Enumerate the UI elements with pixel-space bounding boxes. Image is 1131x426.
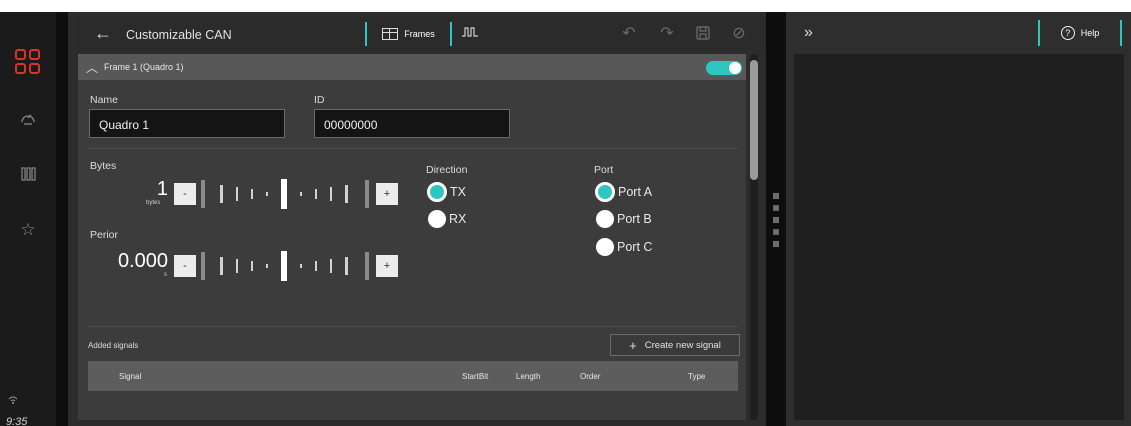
left-rail: ☆ 9:35 — [0, 12, 56, 426]
name-label: Name — [90, 94, 119, 106]
clock-time: 9:35 — [6, 416, 28, 426]
gutter — [56, 12, 68, 426]
period-unit: s — [164, 272, 167, 278]
back-arrow-icon[interactable]: ← — [94, 24, 112, 42]
plus-icon: + — [629, 337, 637, 353]
name-field[interactable]: Quadro 1 — [89, 109, 285, 138]
main-panel: ← Customizable CAN Frames ↶ ↷ ⊘ ︿ Frame … — [68, 12, 766, 426]
page-title: Customizable CAN — [126, 28, 232, 42]
tab-signal-wave[interactable] — [462, 26, 478, 40]
port-option-label: Port C — [617, 240, 653, 254]
divider — [88, 326, 738, 327]
bytes-minus-button[interactable]: - — [174, 183, 196, 205]
help-button[interactable]: ? Help — [1038, 20, 1122, 46]
radio-unselected-icon — [428, 210, 446, 228]
column-header: Order — [580, 372, 601, 381]
radio-unselected-icon — [596, 210, 614, 228]
direction-option-label: RX — [449, 212, 467, 226]
bytes-unit: bytes — [146, 200, 161, 206]
scrollbar-thumb[interactable] — [750, 60, 758, 180]
port-option-label: Port B — [617, 212, 652, 226]
port-option-b[interactable]: Port B — [596, 210, 652, 228]
chevron-up-icon[interactable]: ︿ — [86, 59, 98, 76]
top-bar: ← Customizable CAN Frames ↶ ↷ ⊘ — [78, 16, 764, 52]
column-header: Signal — [119, 372, 142, 381]
dashboard-icon[interactable] — [18, 109, 38, 129]
create-signal-button[interactable]: + Create new signal — [610, 334, 740, 356]
table-icon — [382, 28, 399, 40]
radio-unselected-icon — [596, 238, 614, 256]
help-panel: » ? Help — [786, 12, 1131, 426]
period-label: Perior — [90, 229, 119, 241]
column-header: StartBit — [462, 372, 489, 381]
tab-frames[interactable]: Frames — [365, 22, 452, 46]
disable-icon[interactable]: ⊘ — [730, 25, 748, 43]
radio-selected-icon — [595, 182, 615, 202]
app-logo-icon[interactable] — [15, 49, 41, 75]
id-label: ID — [314, 94, 325, 106]
signals-table-header: Signal StartBit Length Order Type — [88, 361, 738, 391]
frame-title: Frame 1 (Quadro 1) — [104, 62, 184, 72]
undo-icon[interactable]: ↶ — [620, 25, 638, 43]
frame-enable-toggle[interactable] — [706, 61, 742, 75]
create-signal-label: Create new signal — [644, 339, 721, 351]
added-signals-label: Added signals — [88, 341, 139, 350]
period-plus-button[interactable]: + — [376, 255, 398, 277]
frame-editor: ︿ Frame 1 (Quadro 1) Name Quadro 1 ID 00… — [78, 54, 746, 420]
direction-label: Direction — [426, 164, 468, 176]
column-header: Length — [516, 372, 541, 381]
period-value: 0.000 — [117, 250, 168, 272]
radio-selected-icon — [427, 182, 447, 202]
question-icon: ? — [1060, 26, 1075, 40]
panel-resize-handle[interactable] — [766, 12, 786, 426]
column-header: Type — [688, 372, 706, 381]
scrollbar[interactable] — [750, 54, 758, 420]
help-label: Help — [1080, 28, 1100, 38]
port-option-label: Port A — [618, 185, 653, 199]
period-minus-button[interactable]: - — [174, 255, 196, 277]
redo-icon[interactable]: ↷ — [658, 25, 676, 43]
frame-header[interactable]: ︿ Frame 1 (Quadro 1) — [78, 54, 746, 80]
id-field[interactable]: 00000000 — [314, 109, 510, 138]
star-icon[interactable]: ☆ — [18, 220, 38, 240]
port-label: Port — [594, 164, 614, 176]
double-chevron-right-icon[interactable]: » — [804, 24, 813, 42]
direction-option-label: TX — [450, 185, 466, 199]
bytes-plus-button[interactable]: + — [376, 183, 398, 205]
direction-option-rx[interactable]: RX — [428, 210, 466, 228]
bytes-value: 1 — [156, 178, 168, 200]
divider — [88, 148, 738, 149]
columns-icon[interactable] — [18, 165, 38, 185]
help-content-area — [794, 54, 1124, 420]
port-option-c[interactable]: Port C — [596, 238, 652, 256]
save-icon[interactable] — [694, 25, 712, 43]
direction-option-tx[interactable]: TX — [427, 182, 466, 202]
bytes-label: Bytes — [90, 160, 117, 172]
wifi-icon — [8, 395, 18, 407]
port-option-a[interactable]: Port A — [595, 182, 652, 202]
tab-frames-label: Frames — [404, 29, 435, 39]
